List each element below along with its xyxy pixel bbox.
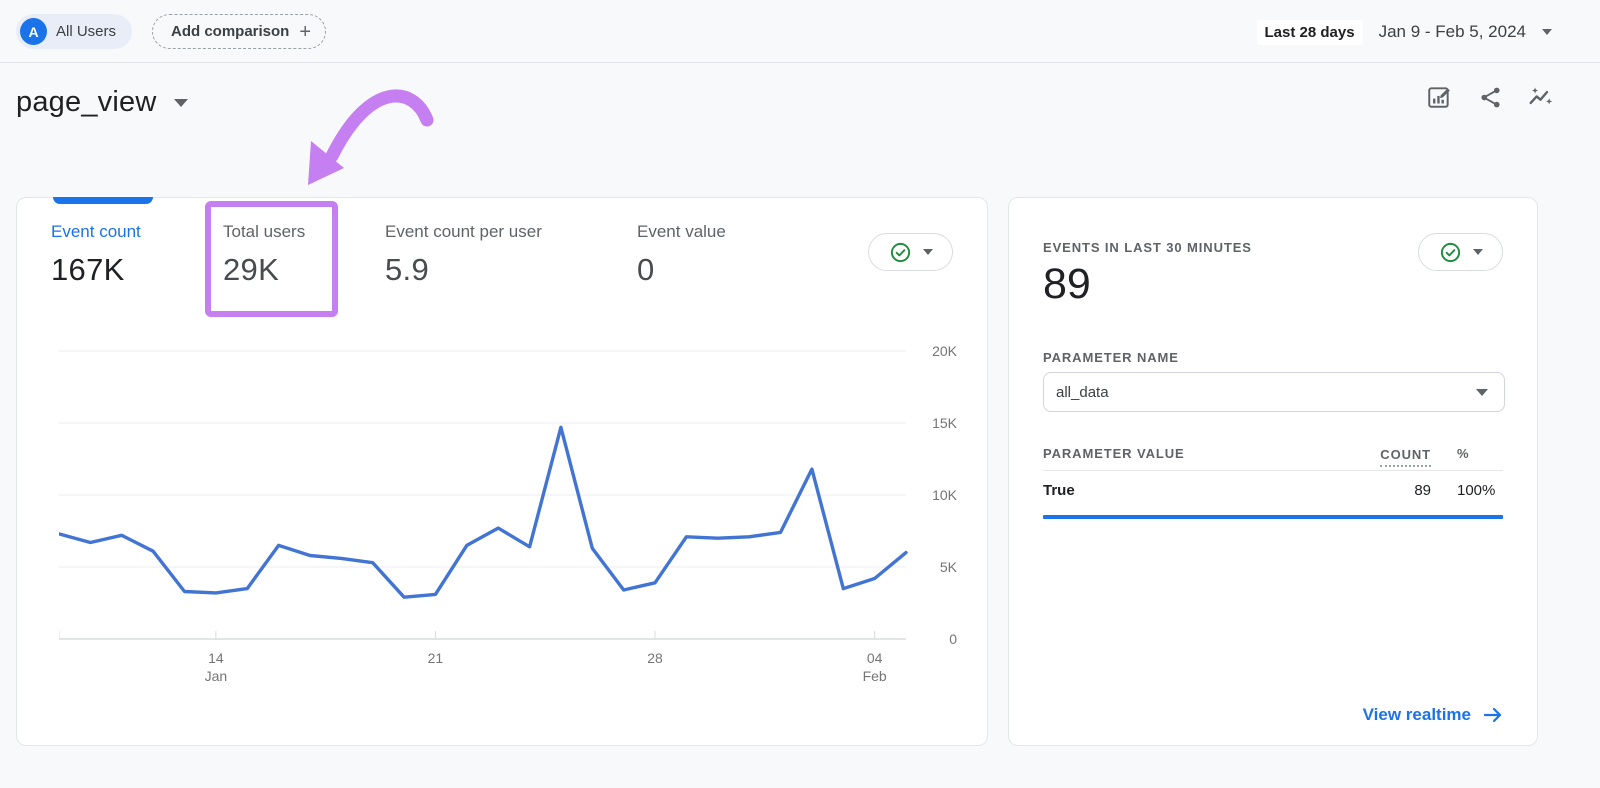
- x-axis-tick-sublabel: Feb: [863, 668, 887, 684]
- insights-button[interactable]: [1528, 84, 1554, 110]
- metric-label: Total users: [223, 222, 306, 241]
- parameter-name-select[interactable]: all_data: [1043, 372, 1505, 412]
- metric-tab-event-count-per-user[interactable]: Event count per user 5.9: [385, 222, 542, 288]
- add-comparison-label: Add comparison: [171, 23, 290, 40]
- event-metrics-card: Event count 167K Total users 29K Event c…: [16, 197, 988, 746]
- date-range-picker[interactable]: Last 28 days Jan 9 - Feb 5, 2024: [1256, 16, 1552, 48]
- date-preset-label: Last 28 days: [1256, 19, 1363, 45]
- metric-label: Event count: [51, 222, 141, 241]
- chevron-down-icon: [1476, 388, 1488, 396]
- realtime-card: EVENTS IN LAST 30 MINUTES 89 PARAMETER N…: [1008, 197, 1538, 746]
- event-selector-caret-icon[interactable]: [174, 98, 189, 107]
- toolbar-icons: [1426, 84, 1554, 110]
- chevron-down-icon: [922, 249, 933, 255]
- metric-label: Event value: [637, 222, 726, 241]
- share-button[interactable]: [1477, 84, 1503, 110]
- selected-metric-tab-indicator: [53, 197, 153, 204]
- check-circle-icon: [890, 242, 910, 262]
- all-users-label: All Users: [56, 23, 117, 40]
- metric-tab-event-count[interactable]: Event count 167K: [51, 222, 141, 288]
- y-axis-tick-label: 10K: [932, 487, 958, 503]
- add-comparison-button[interactable]: Add comparison +: [152, 14, 327, 49]
- x-axis-tick-label: 14: [208, 650, 224, 666]
- date-range-text: Jan 9 - Feb 5, 2024: [1378, 22, 1526, 41]
- divider: [1043, 470, 1503, 471]
- parameter-name-label: PARAMETER NAME: [1043, 350, 1179, 365]
- data-quality-dropdown[interactable]: [1418, 233, 1503, 271]
- parameter-value-cell: True: [1043, 482, 1075, 499]
- edit-chart-button[interactable]: [1426, 84, 1452, 110]
- event-count-line-chart[interactable]: 0 5K 10K 15K 20K 14 Jan 21 28 04 Feb: [57, 341, 959, 686]
- title-row: page_view: [16, 86, 189, 119]
- metric-value: 29K: [223, 252, 280, 287]
- plus-icon: +: [299, 20, 312, 43]
- count-cell: 89: [1414, 482, 1431, 499]
- x-axis-tick-label: 21: [428, 650, 444, 666]
- edit-chart-icon: [1428, 87, 1450, 108]
- view-realtime-link[interactable]: View realtime: [1363, 705, 1503, 725]
- y-axis-tick-label: 20K: [932, 343, 958, 359]
- chevron-down-icon: [1472, 249, 1483, 255]
- parameter-name-value: all_data: [1056, 383, 1109, 401]
- metric-tab-total-users[interactable]: Total users 29K: [223, 222, 305, 288]
- parameter-table-header: PARAMETER VALUE COUNT %: [1043, 446, 1503, 467]
- realtime-header: EVENTS IN LAST 30 MINUTES: [1043, 240, 1252, 255]
- share-icon: [1480, 87, 1500, 107]
- x-axis-tick-label: 28: [647, 650, 663, 666]
- x-axis-tick-sublabel: Jan: [205, 668, 228, 684]
- metric-value: 5.9: [385, 252, 429, 287]
- check-circle-icon: [1440, 242, 1460, 262]
- percent-header: %: [1457, 446, 1470, 461]
- x-axis-tick-label: 04: [867, 650, 883, 666]
- annotation-arrow: [308, 89, 434, 185]
- metric-value: 0: [637, 252, 655, 287]
- view-realtime-label: View realtime: [1362, 705, 1471, 724]
- page-title: page_view: [16, 86, 157, 118]
- event-count-series-line: [57, 425, 908, 599]
- all-users-avatar: A: [20, 18, 47, 45]
- topbar: A All Users Add comparison + Last 28 day…: [0, 0, 1600, 63]
- y-axis-tick-label: 15K: [932, 415, 958, 431]
- arrow-right-icon: [1483, 707, 1502, 723]
- y-axis-tick-label: 5K: [940, 559, 958, 575]
- realtime-event-count: 89: [1043, 260, 1091, 308]
- metric-label: Event count per user: [385, 222, 542, 241]
- metric-tab-event-value[interactable]: Event value 0: [637, 222, 726, 288]
- all-users-chip[interactable]: A All Users: [16, 14, 133, 49]
- count-progress-bar: [1043, 515, 1503, 519]
- parameter-value-header: PARAMETER VALUE: [1043, 446, 1185, 461]
- y-axis-tick-label: 0: [949, 631, 957, 647]
- table-row: True 89 100%: [1043, 482, 1503, 499]
- metric-value: 167K: [51, 252, 125, 287]
- percent-cell: 100%: [1457, 482, 1496, 499]
- insights-icon: [1529, 87, 1553, 105]
- count-header[interactable]: COUNT: [1380, 447, 1431, 467]
- data-quality-dropdown[interactable]: [868, 233, 953, 271]
- chevron-down-icon: [1542, 29, 1552, 35]
